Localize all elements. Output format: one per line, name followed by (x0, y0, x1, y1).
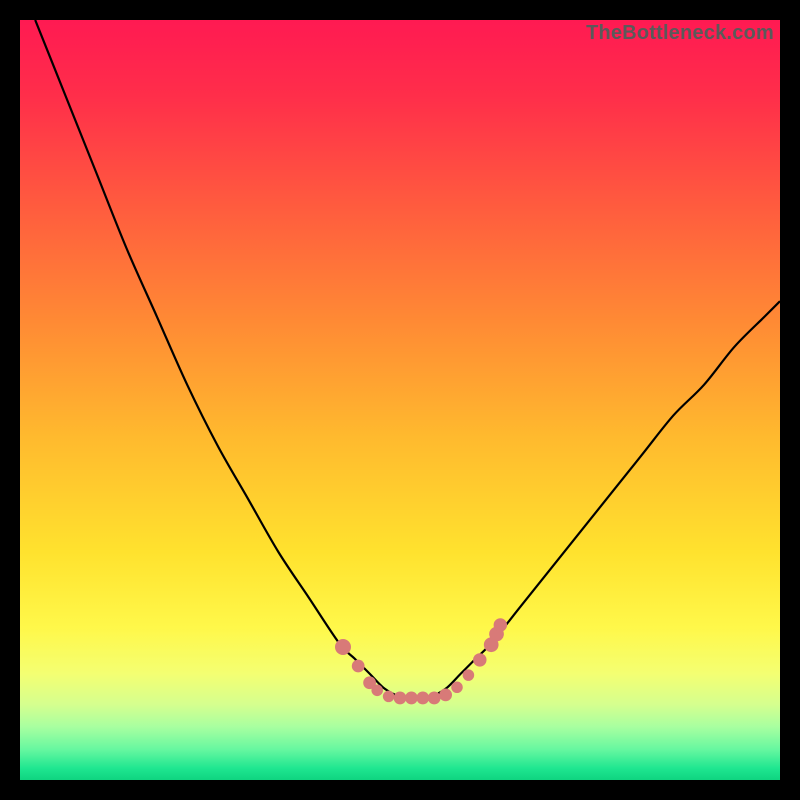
highlight-dot (394, 692, 407, 705)
highlight-dot (335, 639, 351, 655)
highlight-dot (416, 692, 429, 705)
highlight-dot (494, 618, 507, 631)
watermark-text: TheBottleneck.com (586, 22, 774, 45)
highlight-dot (383, 691, 395, 703)
bottleneck-curve (35, 20, 780, 697)
highlight-dot (371, 685, 383, 697)
highlight-dot (473, 653, 486, 666)
highlight-dot (352, 660, 365, 673)
chart-frame: TheBottleneck.com (20, 20, 780, 780)
highlight-dots (335, 618, 507, 704)
highlight-dot (428, 692, 441, 705)
chart-plot (20, 20, 780, 780)
highlight-dot (405, 692, 418, 705)
highlight-dot (451, 682, 463, 694)
highlight-dot (439, 688, 452, 701)
highlight-dot (463, 669, 475, 681)
